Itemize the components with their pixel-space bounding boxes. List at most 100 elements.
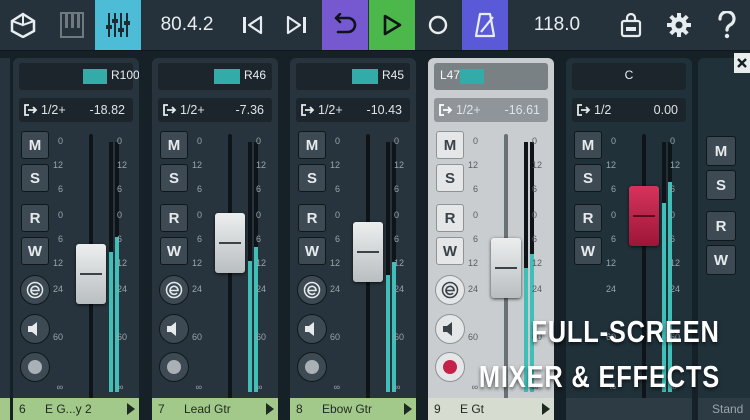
solo-button[interactable]: S [706,170,736,200]
pan-control[interactable]: R46 [158,63,272,90]
channel-name: E Gt [460,402,485,416]
channel-strip: R100 1/2+ -18.82 M S R W 0 12 6 0 6 12 24 60 ∞ 0… [13,58,139,420]
loop-button[interactable] [322,0,368,50]
mixer-toggle-button[interactable] [95,0,141,50]
read-automation-button[interactable]: R [706,211,736,241]
record-enable-icon [28,360,42,374]
write-automation-button[interactable]: W [706,245,736,275]
speaker-icon [305,322,314,336]
pan-control[interactable]: R45 [296,63,410,90]
fader-scale-label: 0 [57,210,63,220]
tempo-display[interactable]: 118.0 [522,0,592,50]
keyboard-icon[interactable] [50,0,94,50]
fader-scale-label: 12 [191,258,202,268]
channel-footer[interactable]: 8 Ebow Gtr [290,398,416,420]
fader-scale-label: 0 [334,210,340,220]
go-to-start-button[interactable] [232,0,272,50]
channel-footer[interactable]: 7 Lead Gtr [152,398,278,420]
volume-fader-handle[interactable] [215,213,245,273]
record-enable-button[interactable] [297,352,327,382]
record-enable-icon [167,360,181,374]
mixer-icon [106,13,130,37]
speaker-icon [167,322,176,336]
io-routing-row[interactable]: 1/2+ -7.36 [158,98,272,122]
skip-forward-icon [286,15,306,35]
channel-footer[interactable]: 9 E Gt [428,398,554,420]
expand-arrow-icon[interactable] [542,403,550,415]
meter-scale-label: 6 [117,234,123,244]
volume-fader-handle[interactable] [629,186,659,246]
expand-arrow-icon[interactable] [266,403,274,415]
meter-scale-label: ∞ [394,382,401,392]
meter-scale-label: 0 [532,136,538,146]
io-routing-row[interactable]: 1/2+ -16.61 [434,98,548,122]
io-routing-row[interactable]: 1/2+ -18.82 [19,98,133,122]
fader-scale-label: 12 [52,160,63,170]
help-button[interactable] [708,0,746,50]
meter-scale-label: 0 [670,210,676,220]
shop-button[interactable] [612,0,650,50]
close-panel-button[interactable] [734,53,750,73]
fader-scale-label: 6 [472,184,478,194]
meter-scale-label: 6 [532,234,538,244]
pan-control[interactable]: C [572,63,686,90]
promo-heading-line2: MIXER & EFFECTS [478,359,720,394]
shopping-bag-icon [620,12,642,38]
pan-value: R45 [382,68,405,82]
meter-scale-label: 6 [394,184,400,194]
fader-scale-label: 0 [196,210,202,220]
channel-name: E G...y 2 [45,402,92,416]
meter-scale-label: 12 [117,160,128,170]
fader-scale-label: 24 [329,284,340,294]
meter-scale-label: 6 [532,184,538,194]
fader-scale-label: 6 [57,234,63,244]
meter-scale-label: 12 [670,160,681,170]
record-button[interactable] [418,0,458,50]
volume-fader-handle[interactable] [76,244,106,304]
project-icon[interactable] [0,0,46,50]
close-icon [737,58,747,68]
fader-scale-label: 6 [196,184,202,194]
io-routing-row[interactable]: 1/2 0.00 [572,98,686,122]
fader-scale-label: 24 [467,284,478,294]
meter-scale-label: 12 [394,160,405,170]
edit-channel-icon [165,281,183,299]
fader-scale-label: 6 [196,234,202,244]
level-meter-left [524,142,528,392]
edit-channel-icon [303,281,321,299]
fader-scale-label: ∞ [56,382,63,392]
record-enable-button[interactable] [20,352,50,382]
mute-button[interactable]: M [706,136,736,166]
meter-scale-label: 24 [256,284,267,294]
question-mark-icon [718,11,736,39]
fader-scale-label: 12 [329,258,340,268]
metronome-icon [474,12,496,38]
expand-arrow-icon[interactable] [127,403,135,415]
io-bus-label: 1/2+ [41,103,66,117]
fader-scale-label: 12 [329,160,340,170]
volume-fader-handle[interactable] [491,238,521,298]
io-routing-icon [163,104,177,116]
volume-fader-handle[interactable] [353,222,383,282]
play-button[interactable] [369,0,415,50]
record-enable-button[interactable] [159,352,189,382]
io-routing-row[interactable]: 1/2+ -10.43 [296,98,410,122]
speaker-icon [28,322,37,336]
position-display[interactable]: 80.4.2 [147,0,227,50]
expand-arrow-icon[interactable] [404,403,412,415]
meter-scale-label: 24 [117,284,128,294]
metronome-button[interactable] [462,0,508,50]
pan-control[interactable]: L47 [434,63,548,90]
pan-control[interactable]: R100 [19,63,139,90]
channel-footer[interactable]: 6 E G...y 2 [13,398,139,420]
channel-number: 6 [19,402,26,416]
go-to-end-button[interactable] [276,0,318,50]
record-enable-button[interactable] [435,352,465,382]
level-meter-left [386,142,390,392]
settings-button[interactable] [658,0,700,50]
io-routing-icon [301,104,315,116]
meter-scale-label: 6 [256,234,262,244]
fader-scale-label: 6 [57,184,63,194]
meter-scale-label: 0 [532,210,538,220]
meter-scale-label: 0 [117,136,123,146]
